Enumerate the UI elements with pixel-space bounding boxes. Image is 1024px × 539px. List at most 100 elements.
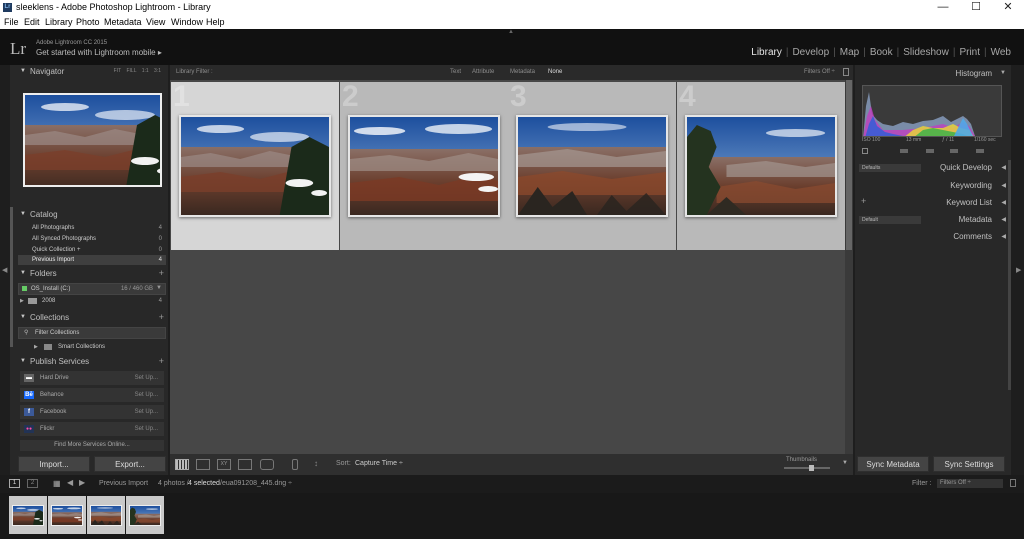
second-window-button[interactable]: 2 (27, 479, 38, 488)
module-slideshow[interactable]: Slideshow (899, 47, 953, 58)
grid-cell[interactable]: 1 (171, 80, 339, 250)
histogram-tool-4-icon[interactable] (976, 149, 984, 153)
filter-collections-field[interactable]: ⚲ Filter Collections (18, 327, 166, 339)
menu-help[interactable]: Help (206, 17, 225, 27)
keywording-header[interactable]: Keywording ◀ (855, 179, 1011, 193)
service-setup-link[interactable]: Set Up... (135, 409, 158, 415)
grid-icon[interactable]: ▦ (53, 479, 61, 488)
histogram-tool-3-icon[interactable] (950, 149, 958, 153)
survey-view-icon[interactable] (238, 459, 252, 470)
menu-file[interactable]: File (4, 17, 19, 27)
module-develop[interactable]: Develop (788, 47, 833, 58)
forward-arrow-icon[interactable]: ▶ (79, 478, 85, 487)
menu-metadata[interactable]: Metadata (104, 17, 142, 27)
spray-can-icon[interactable] (292, 459, 298, 470)
right-panel-scrollbar[interactable] (1008, 160, 1011, 390)
grid-cell[interactable]: 4 (677, 80, 845, 250)
thumbnail-size-slider[interactable] (784, 465, 830, 471)
filter-attribute-tab[interactable]: Attribute (472, 69, 494, 75)
left-panel-toggle-icon[interactable]: ◀ (2, 266, 7, 274)
thumbnail-size-knob[interactable] (809, 465, 814, 471)
catalog-item-quick-collection[interactable]: Quick Collection + 0 (18, 245, 166, 255)
get-started-mobile-link[interactable]: Get started with Lightroom mobile ▸ (36, 48, 162, 57)
collections-header[interactable]: ▼ Collections + (10, 311, 168, 325)
grid-scrollbar[interactable] (845, 80, 853, 454)
main-window-button[interactable]: 1 (9, 479, 20, 488)
photo-thumbnail[interactable] (348, 115, 500, 217)
sort-direction-icon[interactable]: ↕ (314, 459, 318, 468)
metadata-preset-select[interactable]: Default (859, 216, 921, 224)
filmstrip-filter-select[interactable]: Filters Off ÷ (937, 479, 1003, 488)
volume-row[interactable]: OS_Install (C:) 16 / 460 GB ▼ (18, 283, 166, 295)
sync-settings-button[interactable]: Sync Settings (933, 456, 1005, 472)
close-button[interactable]: ✕ (993, 0, 1023, 15)
sort-select[interactable]: Capture Time ÷ (355, 460, 403, 467)
expand-triangle-icon[interactable]: ▶ (34, 344, 38, 350)
back-arrow-icon[interactable]: ◀ (67, 478, 73, 487)
grid-view-icon[interactable] (175, 459, 189, 470)
smart-collections-row[interactable]: ▶ Smart Collections (18, 342, 166, 352)
comments-header[interactable]: Comments ◀ (855, 230, 1011, 244)
service-setup-link[interactable]: Set Up... (135, 375, 158, 381)
grid-cell[interactable]: 2 (340, 80, 508, 250)
filmstrip-source[interactable]: Previous Import (99, 480, 148, 487)
metadata-header[interactable]: Default Metadata ◀ (855, 213, 1011, 227)
grid-scrollbar-thumb[interactable] (846, 80, 852, 250)
keyword-list-header[interactable]: + Keyword List ◀ (855, 196, 1011, 210)
zoom-1-1[interactable]: 1:1 (142, 68, 149, 74)
filter-metadata-tab[interactable]: Metadata (510, 69, 535, 75)
lock-icon[interactable] (843, 68, 849, 76)
toolbar-menu-icon[interactable]: ▼ (842, 460, 848, 466)
add-keyword-icon[interactable]: + (861, 196, 866, 206)
photo-thumbnail[interactable] (179, 115, 331, 217)
service-setup-link[interactable]: Set Up... (135, 426, 158, 432)
photo-thumbnail[interactable] (685, 115, 837, 217)
menu-library[interactable]: Library (45, 17, 73, 27)
people-view-icon[interactable] (260, 459, 274, 470)
catalog-header[interactable]: ▼ Catalog (10, 208, 168, 222)
top-panel-toggle-icon[interactable]: ▲ (508, 29, 514, 35)
navigator-header[interactable]: ▼ Navigator FIT FILL 1:1 3:1 (10, 65, 168, 79)
compare-view-icon[interactable]: XY (217, 459, 231, 470)
minimize-button[interactable]: — (928, 0, 958, 15)
menu-view[interactable]: View (146, 17, 165, 27)
add-folder-icon[interactable]: + (159, 268, 164, 278)
menu-photo[interactable]: Photo (76, 17, 100, 27)
menu-edit[interactable]: Edit (24, 17, 40, 27)
service-setup-link[interactable]: Set Up... (135, 392, 158, 398)
add-collection-icon[interactable]: + (159, 312, 164, 322)
original-photo-checkbox[interactable] (862, 148, 868, 154)
find-more-services-button[interactable]: Find More Services Online... (20, 440, 164, 451)
right-panel-toggle-icon[interactable]: ▶ (1016, 266, 1021, 274)
grid-cell[interactable]: 3 (508, 80, 676, 250)
catalog-item-previous-import[interactable]: Previous Import 4 (18, 255, 166, 265)
folders-header[interactable]: ▼ Folders + (10, 267, 168, 281)
filmstrip-filename[interactable]: /eua091208_445.dng ÷ (220, 480, 292, 487)
volume-menu-icon[interactable]: ▼ (156, 285, 162, 291)
filmstrip-thumbnail[interactable] (87, 496, 125, 534)
catalog-item-all-photographs[interactable]: All Photographs 4 (18, 223, 166, 233)
histogram-tool-2-icon[interactable] (926, 149, 934, 153)
service-hard-drive[interactable]: ▬ Hard Drive Set Up... (20, 371, 164, 385)
service-behance[interactable]: Bē Behance Set Up... (20, 388, 164, 402)
filter-text-tab[interactable]: Text (450, 69, 461, 75)
module-print[interactable]: Print (955, 47, 984, 58)
filmstrip-thumbnail[interactable] (9, 496, 47, 534)
module-library[interactable]: Library (747, 47, 786, 58)
quick-develop-header[interactable]: Defaults Quick Develop ◀ (855, 161, 1011, 175)
filmstrip-thumbnail[interactable] (126, 496, 164, 534)
filmstrip-thumbnail[interactable] (48, 496, 86, 534)
expand-triangle-icon[interactable]: ▶ (20, 298, 24, 304)
sync-metadata-button[interactable]: Sync Metadata (857, 456, 929, 472)
catalog-item-all-synced[interactable]: All Synced Photographs 0 (18, 234, 166, 244)
histogram-header[interactable]: Histogram ▼ (855, 67, 1011, 81)
import-button[interactable]: Import... (18, 456, 90, 472)
publish-services-header[interactable]: ▼ Publish Services + (10, 355, 168, 369)
navigator-preview[interactable] (23, 93, 175, 193)
module-map[interactable]: Map (836, 47, 863, 58)
left-panel-scrollbar[interactable] (10, 207, 13, 347)
photo-thumbnail[interactable] (516, 115, 668, 217)
service-flickr[interactable]: ●● Flickr Set Up... (20, 422, 164, 436)
loupe-view-icon[interactable] (196, 459, 210, 470)
zoom-fit[interactable]: FIT (114, 68, 121, 74)
